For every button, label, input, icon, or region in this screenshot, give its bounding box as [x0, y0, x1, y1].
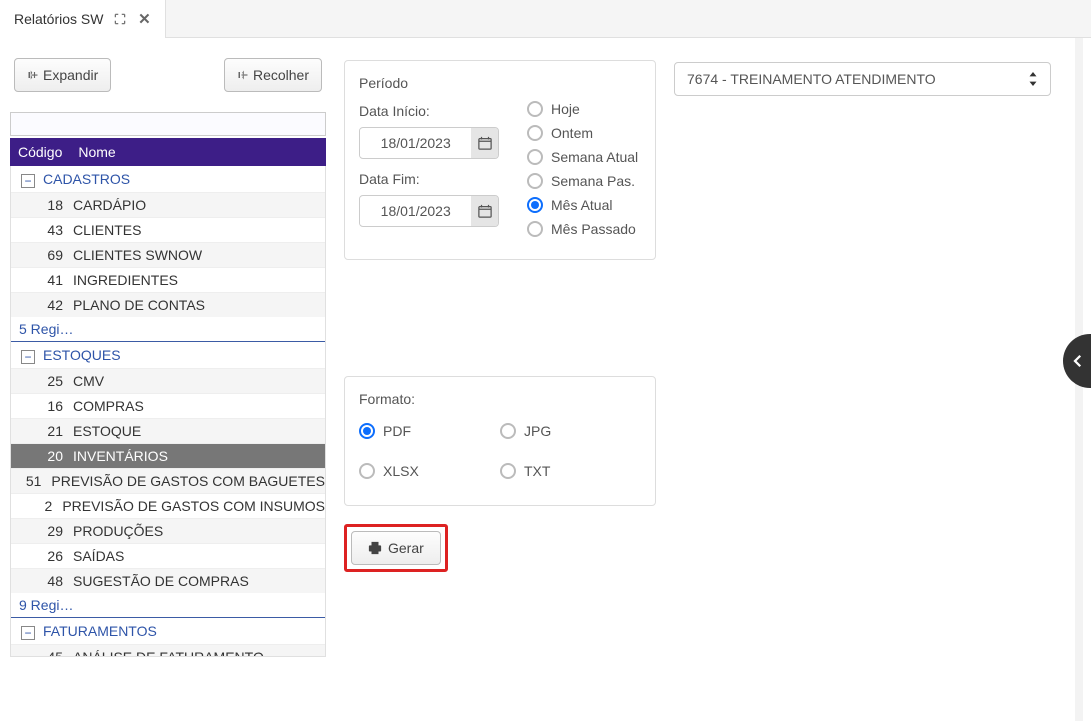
tree-row[interactable]: 42PLANO DE CONTAS — [11, 292, 325, 317]
tree-row[interactable]: 45ANÁLISE DE FATURAMENTO — [11, 644, 325, 656]
expand-icon — [27, 69, 39, 81]
formato-option[interactable]: TXT — [500, 463, 641, 479]
unit-column: 7674 - TREINAMENTO ATENDIMENTO — [674, 58, 1081, 711]
radio-icon — [500, 463, 516, 479]
tree-row[interactable]: 48SUGESTÃO DE COMPRAS — [11, 568, 325, 593]
radio-icon — [527, 149, 543, 165]
options-column: Período Data Início: Data Fim: — [344, 58, 656, 711]
tree-row[interactable]: 18CARDÁPIO — [11, 192, 325, 217]
tree-row[interactable]: 69CLIENTES SWNOW — [11, 242, 325, 267]
expand-all-button[interactable]: Expandir — [14, 58, 111, 92]
unit-select-value: 7674 - TREINAMENTO ATENDIMENTO — [687, 71, 936, 87]
radio-icon — [527, 101, 543, 117]
radio-icon — [359, 463, 375, 479]
tree-group-header[interactable]: −FATURAMENTOS — [11, 618, 325, 644]
print-icon — [368, 541, 382, 555]
data-fim-label: Data Fim: — [359, 171, 507, 187]
tree-row[interactable]: 2PREVISÃO DE GASTOS COM INSUMOS — [11, 493, 325, 518]
select-caret-icon — [1028, 72, 1038, 86]
collapse-all-button[interactable]: Recolher — [224, 58, 322, 92]
collapse-group-icon[interactable]: − — [21, 626, 35, 640]
periodo-option[interactable]: Ontem — [527, 125, 641, 141]
radio-icon — [527, 221, 543, 237]
report-tree-panel: Expandir Recolher Código Nome −CADASTROS… — [10, 58, 326, 711]
calendar-icon[interactable] — [471, 128, 498, 158]
gerar-button[interactable]: Gerar — [351, 531, 441, 565]
tree-header-name: Nome — [78, 144, 115, 160]
close-tab-icon[interactable]: ✕ — [137, 12, 151, 26]
tree-row[interactable]: 16COMPRAS — [11, 393, 325, 418]
tree-header-code: Código — [18, 144, 62, 160]
tree-row[interactable]: 21ESTOQUE — [11, 418, 325, 443]
tree-scroll[interactable]: −CADASTROS18CARDÁPIO43CLIENTES69CLIENTES… — [11, 166, 325, 656]
tree-row[interactable]: 20INVENTÁRIOS — [11, 443, 325, 468]
tree-group-footer[interactable]: 9 Regi… — [11, 593, 325, 617]
periodo-option[interactable]: Semana Pas. — [527, 173, 641, 189]
expand-tab-icon[interactable] — [113, 12, 127, 26]
tree-row[interactable]: 41INGREDIENTES — [11, 267, 325, 292]
periodo-radio-group: Hoje Ontem Semana Atual Semana Pas. Mês Atua… — [523, 101, 641, 245]
formato-panel: Formato: PDFJPG XLSXTXT — [344, 376, 656, 506]
periodo-panel: Período Data Início: Data Fim: — [344, 60, 656, 260]
radio-icon — [527, 125, 543, 141]
data-fim-input[interactable] — [360, 197, 471, 225]
data-inicio-label: Data Início: — [359, 103, 507, 119]
periodo-option[interactable]: Semana Atual — [527, 149, 641, 165]
tree-group-header[interactable]: −CADASTROS — [11, 166, 325, 192]
collapse-icon — [237, 69, 249, 81]
formato-title: Formato: — [359, 391, 641, 407]
tree-group-footer[interactable]: 5 Regi… — [11, 317, 325, 341]
tab-bar: Relatórios SW ✕ — [0, 0, 1091, 38]
tree-row[interactable]: 29PRODUÇÕES — [11, 518, 325, 543]
tab-relatorios[interactable]: Relatórios SW ✕ — [0, 0, 166, 38]
formato-option[interactable]: JPG — [500, 423, 641, 439]
formato-radio-group: PDFJPG XLSXTXT — [359, 417, 641, 491]
data-inicio-input[interactable] — [360, 129, 471, 157]
tree-row[interactable]: 43CLIENTES — [11, 217, 325, 242]
calendar-icon[interactable] — [471, 196, 498, 226]
radio-icon — [359, 423, 375, 439]
periodo-option[interactable]: Hoje — [527, 101, 641, 117]
periodo-option[interactable]: Mês Passado — [527, 221, 641, 237]
tree-filter-input[interactable] — [10, 112, 326, 136]
formato-option[interactable]: PDF — [359, 423, 500, 439]
tree-row[interactable]: 25CMV — [11, 368, 325, 393]
tab-title: Relatórios SW — [14, 11, 103, 27]
radio-icon — [527, 197, 543, 213]
tree-row[interactable]: 51PREVISÃO DE GASTOS COM BAGUETES — [11, 468, 325, 493]
formato-option[interactable]: XLSX — [359, 463, 500, 479]
gerar-highlight: Gerar — [344, 524, 448, 572]
periodo-title: Período — [359, 75, 641, 91]
unit-select[interactable]: 7674 - TREINAMENTO ATENDIMENTO — [674, 62, 1051, 96]
tree-group-header[interactable]: −ESTOQUES — [11, 342, 325, 368]
tree-row[interactable]: 26SAÍDAS — [11, 543, 325, 568]
tree-header: Código Nome — [10, 138, 326, 166]
radio-icon — [500, 423, 516, 439]
data-fim-field — [359, 195, 499, 227]
data-inicio-field — [359, 127, 499, 159]
chevron-left-icon — [1069, 352, 1087, 370]
collapse-group-icon[interactable]: − — [21, 174, 35, 188]
radio-icon — [527, 173, 543, 189]
collapse-group-icon[interactable]: − — [21, 350, 35, 364]
periodo-option[interactable]: Mês Atual — [527, 197, 641, 213]
